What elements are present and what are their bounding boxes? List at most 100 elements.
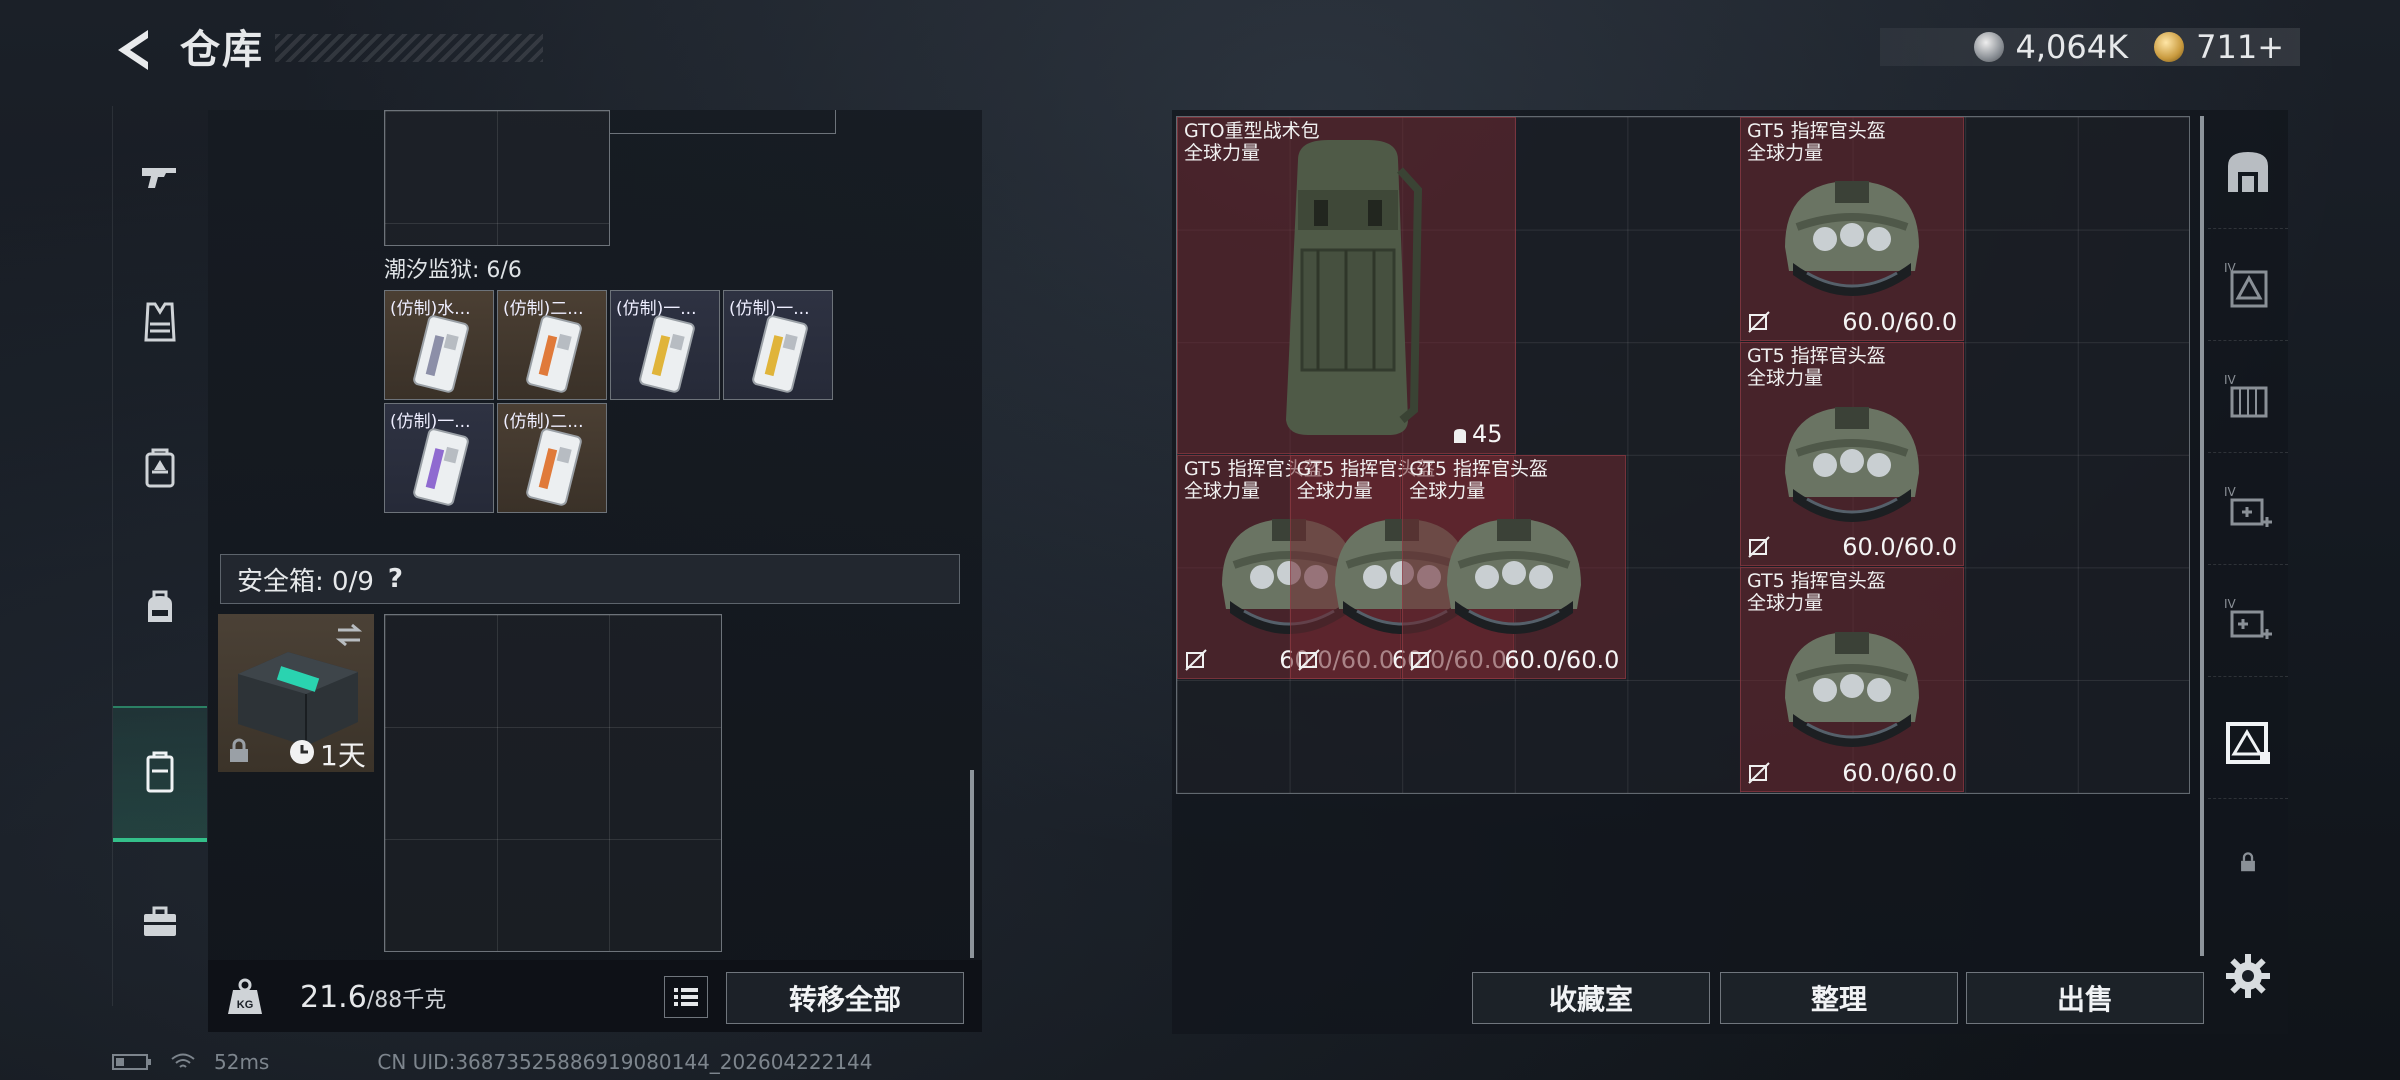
toolbox-icon: [144, 906, 176, 936]
prison-card[interactable]: (仿制)水...: [384, 290, 494, 400]
backpack-icon: [145, 448, 175, 488]
sidebar-item-armor[interactable]: [113, 252, 207, 392]
sidebar-item-toolbox[interactable]: [113, 852, 207, 992]
weight-kg-icon: KG: [228, 978, 262, 1014]
helmet-sub: 全球力量: [1409, 479, 1486, 502]
stash-item-helmet[interactable]: GT5 指挥官头盔全球力量 60.0/60.0: [1402, 454, 1627, 679]
safe-box-icon: [146, 751, 174, 793]
silver-amount: 4,064K: [2015, 28, 2129, 66]
stash-tab-iv-c[interactable]: IV: [2208, 452, 2288, 565]
stash-tab-iv-c-icon: IV: [2224, 485, 2272, 527]
safe-box-timer: 1天: [320, 739, 366, 772]
prison-card[interactable]: (仿制)二...: [497, 403, 607, 513]
stash-tab-iv-b-icon: IV: [2224, 373, 2268, 418]
collection-room-button[interactable]: 收藏室: [1472, 972, 1710, 1024]
back-arrow-icon: [118, 30, 148, 70]
stash-tab-iv-b[interactable]: IV: [2208, 340, 2288, 453]
helmet-sub: 全球力量: [1747, 142, 1824, 164]
sidebar-item-pouch[interactable]: [113, 538, 207, 678]
sell-button[interactable]: 出售: [1966, 972, 2204, 1024]
organize-button[interactable]: 整理: [1720, 972, 1958, 1024]
helmet-name: GT5 指挥官头盔: [1747, 120, 1886, 142]
status-line: 52ms CN UID:3687352588691908014​4_202604…: [112, 1050, 873, 1074]
helmet-sub: 全球力量: [1184, 479, 1261, 502]
capacity-icon: [1454, 429, 1466, 443]
wifi-icon: [171, 1053, 195, 1068]
currency-bar: 4,064K 711+: [1880, 28, 2300, 66]
helmet-name: GT5 指挥官头盔: [1409, 457, 1548, 480]
svg-text:IV: IV: [2224, 597, 2237, 611]
stash-item-helmet[interactable]: GT5 指挥官头盔全球力量 60.0/60.0: [1740, 342, 1965, 567]
sidebar-item-weapons[interactable]: [113, 106, 207, 246]
backpack-sub: 全球力量: [1184, 142, 1261, 164]
keycard-icon: [526, 428, 582, 506]
lock-icon: [2241, 852, 2255, 872]
safe-box-grid[interactable]: [384, 614, 722, 952]
stash-item-helmet[interactable]: GT5 指挥官头盔全球力量 60.0/60.0: [1740, 567, 1965, 792]
prison-card[interactable]: (仿制)二...: [497, 290, 607, 400]
help-icon[interactable]: ?: [388, 564, 403, 594]
safe-box-label: 安全箱: 0/9: [237, 566, 374, 597]
sidebar-item-backpack[interactable]: [113, 398, 207, 538]
stash-home-icon: [2228, 152, 2268, 192]
stash-tab-active-icon: [2226, 722, 2270, 764]
list-view-button[interactable]: [664, 976, 708, 1018]
no-repair-icon: [1748, 761, 1770, 784]
keycard-icon: [413, 315, 469, 393]
uid-text: CN UID:3687352588691908014​4_20260422214…: [377, 1050, 873, 1074]
gun-icon: [142, 168, 176, 188]
helmet-durability: 60.0/60.0: [1842, 758, 1958, 787]
helmet-image: [1785, 406, 1920, 522]
settings-button[interactable]: [2208, 920, 2288, 1032]
pouch-icon: [148, 590, 172, 622]
list-icon: [674, 988, 698, 1006]
weight-readout: 21.6/88千克: [300, 980, 446, 1015]
silver-coin-icon: [1973, 32, 2004, 62]
stash-tab-active[interactable]: [2208, 686, 2288, 799]
prison-card[interactable]: (仿制)一...: [384, 403, 494, 513]
lock-icon: [230, 738, 248, 762]
stash-item-backpack[interactable]: GTO重型战术包 全球力量 45: [1177, 117, 1516, 454]
gold-amount[interactable]: 711+: [2196, 28, 2284, 66]
helmet-sub: 全球力量: [1296, 479, 1373, 502]
keycard-icon: [639, 315, 695, 393]
stash-tab-iv-a-icon: IV: [2224, 261, 2268, 308]
svg-text:KG: KG: [237, 999, 254, 1011]
settings-icon: [2226, 954, 2270, 998]
prison-card[interactable]: (仿制)一...: [610, 290, 720, 400]
left-scrollbar[interactable]: [970, 770, 974, 958]
swap-icon[interactable]: [334, 622, 364, 648]
stash-tab-iv-a[interactable]: IV: [2208, 228, 2288, 341]
safe-box-item[interactable]: 1天: [218, 614, 374, 772]
helmet-name: GT5 指挥官头盔: [1747, 345, 1886, 368]
keycard-icon: [526, 315, 582, 393]
no-repair-icon: [1185, 649, 1207, 671]
stash-tab-iv-d[interactable]: IV: [2208, 564, 2288, 677]
stash-item-helmet[interactable]: GT5 指挥官头盔全球力量 60.0/60.0: [1740, 117, 1965, 342]
back-button[interactable]: [110, 22, 160, 78]
prison-label: 潮汐监狱: 6/6: [384, 258, 522, 283]
stash-tab-home[interactable]: [2208, 116, 2288, 229]
weight-max: /88千克: [366, 988, 447, 1013]
title-decoration: [275, 34, 543, 62]
helmet-name: GT5 指挥官头盔: [1747, 570, 1886, 593]
helmet-image: [1785, 631, 1920, 747]
no-repair-icon: [1297, 649, 1320, 671]
stash-scrollbar[interactable]: [2200, 116, 2204, 956]
helmet-durability: 60.0/60.0: [1842, 533, 1958, 562]
safe-box-header: 安全箱: 0/9 ?: [220, 554, 960, 604]
backpack-capacity: 45: [1472, 420, 1503, 448]
pouch-grid-edge: [610, 110, 836, 134]
stash-tab-locked[interactable]: [2208, 806, 2288, 918]
battery-icon: [112, 1054, 151, 1070]
helmet-durability: 60.0/60.0: [1842, 308, 1958, 337]
transfer-all-button[interactable]: 转移全部: [726, 972, 964, 1024]
category-sidebar: [112, 106, 207, 1006]
helmet-durability: 60.0/60.0: [1504, 645, 1620, 674]
pouch-grid-partial[interactable]: [384, 110, 610, 246]
gold-coin-icon: [2154, 32, 2185, 62]
helmet-image: [1785, 181, 1920, 297]
prison-card[interactable]: (仿制)一...: [723, 290, 833, 400]
no-repair-icon: [1748, 311, 1770, 333]
sidebar-item-safe-box[interactable]: [113, 706, 207, 842]
